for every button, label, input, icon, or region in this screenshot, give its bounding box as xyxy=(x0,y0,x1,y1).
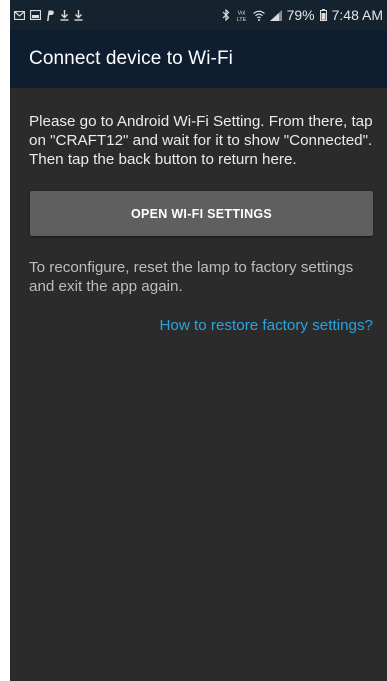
status-bar: Vol LTE 79% 7:48 AM xyxy=(10,0,387,30)
battery-percentage: 79% xyxy=(286,7,315,23)
svg-text:LTE: LTE xyxy=(236,17,246,22)
volte-label: Vol xyxy=(237,10,245,16)
page-title: Connect device to Wi-Fi xyxy=(29,48,233,69)
battery-icon xyxy=(319,9,327,21)
volte-icon: Vol LTE xyxy=(235,9,248,22)
system-icons: Vol LTE 79% 7:48 AM xyxy=(222,7,383,23)
download-icon xyxy=(60,9,69,21)
gallery-icon xyxy=(30,10,41,20)
reconfigure-text: To reconfigure, reset the lamp to factor… xyxy=(29,259,354,295)
bluetooth-icon xyxy=(222,9,230,21)
phone-screen: Vol LTE 79% 7:48 AM Connect device to Wi… xyxy=(10,0,387,681)
app-bar: Connect device to Wi-Fi xyxy=(10,30,387,88)
notification-icons xyxy=(14,9,83,21)
clock: 7:48 AM xyxy=(331,7,383,23)
restore-factory-settings-link[interactable]: How to restore factory settings? xyxy=(29,317,375,334)
open-wifi-settings-button[interactable]: OPEN WI-FI SETTINGS xyxy=(30,191,373,236)
signal-icon xyxy=(269,9,282,21)
wifi-icon xyxy=(252,10,265,21)
main-content: Please go to Android Wi-Fi Setting. From… xyxy=(10,88,387,334)
paypal-icon xyxy=(46,10,55,21)
email-icon xyxy=(14,10,25,20)
download-icon xyxy=(74,9,83,21)
instructions-text: Please go to Android Wi-Fi Setting. From… xyxy=(29,113,373,168)
